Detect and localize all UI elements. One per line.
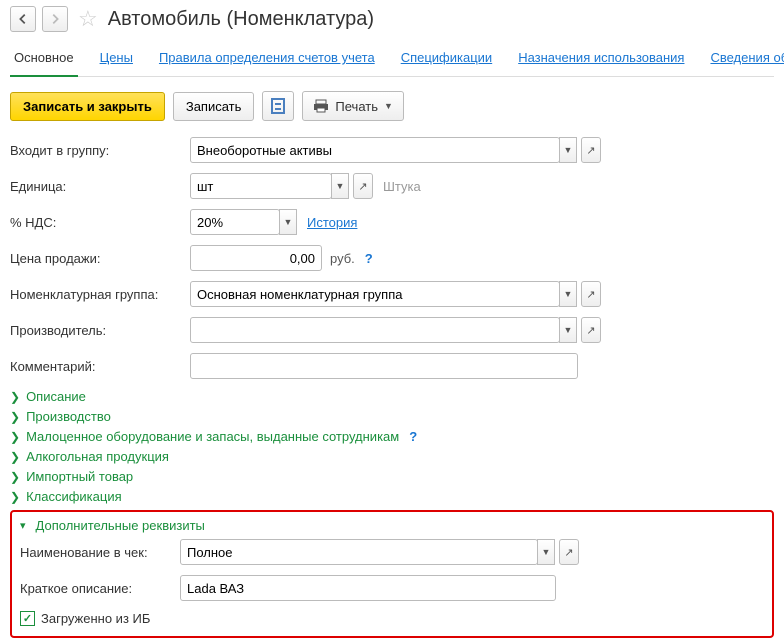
nomgroup-open-button[interactable]: ↗ <box>581 281 601 307</box>
price-label: Цена продажи: <box>10 251 190 266</box>
tab-account-rules[interactable]: Правила определения счетов учета <box>155 42 379 76</box>
chevron-right-icon: ❯ <box>10 390 20 404</box>
expander-label: Алкогольная продукция <box>26 449 169 464</box>
printer-icon <box>313 98 329 114</box>
manufacturer-open-button[interactable]: ↗ <box>581 317 601 343</box>
check-name-open-button[interactable]: ↗ <box>559 539 579 565</box>
tabs: Основное Цены Правила определения счетов… <box>10 42 774 77</box>
extra-attributes-section: ▾ Дополнительные реквизиты Наименование … <box>10 510 774 638</box>
manufacturer-dropdown-button[interactable]: ▼ <box>559 317 577 343</box>
tab-usage[interactable]: Назначения использования <box>514 42 688 76</box>
loaded-label: Загруженно из ИБ <box>41 611 150 626</box>
unit-input[interactable] <box>190 173 332 199</box>
expander-import[interactable]: ❯ Импортный товар <box>10 469 774 484</box>
unit-dropdown-button[interactable]: ▼ <box>331 173 349 199</box>
nav-forward-button[interactable] <box>42 6 68 32</box>
arrow-left-icon <box>16 12 30 26</box>
list-view-button[interactable] <box>262 91 294 121</box>
nav-back-button[interactable] <box>10 6 36 32</box>
tab-specifications[interactable]: Спецификации <box>397 42 497 76</box>
expander-label: Малоценное оборудование и запасы, выданн… <box>26 429 399 444</box>
chevron-right-icon: ❯ <box>10 410 20 424</box>
expander-label: Производство <box>26 409 111 424</box>
expander-label: Импортный товар <box>26 469 133 484</box>
expander-label: Классификация <box>26 489 122 504</box>
save-and-close-button[interactable]: Записать и закрыть <box>10 92 165 121</box>
help-icon[interactable]: ? <box>409 429 417 444</box>
list-icon <box>271 98 285 114</box>
toolbar: Записать и закрыть Записать Печать ▼ <box>10 91 774 121</box>
expander-description[interactable]: ❯ Описание <box>10 389 774 404</box>
save-button[interactable]: Записать <box>173 92 255 121</box>
short-desc-input[interactable] <box>180 575 556 601</box>
arrow-right-icon <box>48 12 62 26</box>
expander-classification[interactable]: ❯ Классификация <box>10 489 774 504</box>
group-open-button[interactable]: ↗ <box>581 137 601 163</box>
print-button[interactable]: Печать ▼ <box>302 91 404 121</box>
manufacturer-input[interactable] <box>190 317 560 343</box>
short-desc-label: Краткое описание: <box>20 581 180 596</box>
price-currency: руб. <box>330 251 355 266</box>
nomgroup-label: Номенклатурная группа: <box>10 287 190 302</box>
check-name-dropdown-button[interactable]: ▼ <box>537 539 555 565</box>
favorite-star-icon[interactable]: ☆ <box>78 6 98 32</box>
check-name-input[interactable] <box>180 539 538 565</box>
price-help-icon[interactable]: ? <box>365 251 373 266</box>
chevron-right-icon: ❯ <box>10 430 20 444</box>
vat-label: % НДС: <box>10 215 190 230</box>
nomgroup-input[interactable] <box>190 281 560 307</box>
loaded-checkbox[interactable]: ✓ <box>20 611 35 626</box>
expander-label: Описание <box>26 389 86 404</box>
print-label: Печать <box>335 99 378 114</box>
page-title: Автомобиль (Номенклатура) <box>108 8 374 31</box>
group-label: Входит в группу: <box>10 143 190 158</box>
expander-production[interactable]: ❯ Производство <box>10 409 774 424</box>
unit-label: Единица: <box>10 179 190 194</box>
vat-history-link[interactable]: История <box>307 215 357 230</box>
vat-dropdown-button[interactable]: ▼ <box>279 209 297 235</box>
group-input[interactable] <box>190 137 560 163</box>
unit-description: Штука <box>383 179 421 194</box>
group-dropdown-button[interactable]: ▼ <box>559 137 577 163</box>
chevron-right-icon: ❯ <box>10 470 20 484</box>
tab-main[interactable]: Основное <box>10 42 78 77</box>
expander-label: Дополнительные реквизиты <box>36 518 205 533</box>
price-input[interactable] <box>190 245 322 271</box>
chevron-right-icon: ❯ <box>10 490 20 504</box>
tab-alcohol-info[interactable]: Сведения об алко <box>706 42 784 76</box>
expander-low-value[interactable]: ❯ Малоценное оборудование и запасы, выда… <box>10 429 774 444</box>
vat-input[interactable] <box>190 209 280 235</box>
check-name-label: Наименование в чек: <box>20 545 180 560</box>
expander-alcohol[interactable]: ❯ Алкогольная продукция <box>10 449 774 464</box>
comment-label: Комментарий: <box>10 359 190 374</box>
nomgroup-dropdown-button[interactable]: ▼ <box>559 281 577 307</box>
manufacturer-label: Производитель: <box>10 323 190 338</box>
unit-open-button[interactable]: ↗ <box>353 173 373 199</box>
chevron-down-icon: ▾ <box>20 519 26 532</box>
chevron-right-icon: ❯ <box>10 450 20 464</box>
tab-prices[interactable]: Цены <box>96 42 137 76</box>
chevron-down-icon: ▼ <box>384 101 393 111</box>
expander-extra-attributes[interactable]: ▾ Дополнительные реквизиты <box>20 518 764 533</box>
comment-input[interactable] <box>190 353 578 379</box>
